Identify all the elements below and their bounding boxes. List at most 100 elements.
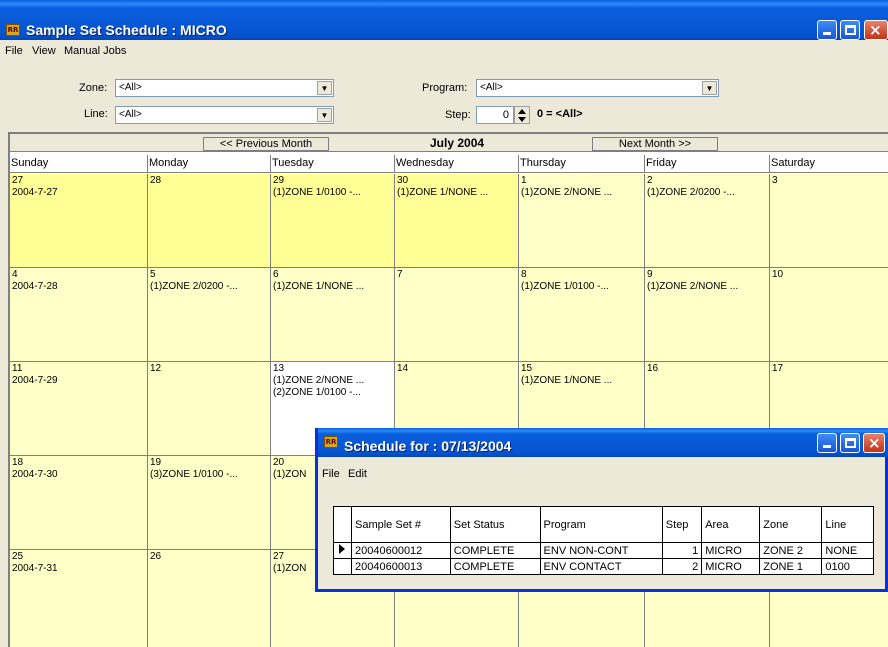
calendar-day-cell[interactable]: 7 <box>395 268 519 362</box>
window-title: Sample Set Schedule : MICRO <box>26 22 227 38</box>
calendar-day-cell[interactable]: 9 (1)ZONE 2/NONE ... <box>645 268 770 362</box>
calendar-day-cell[interactable]: 19 (3)ZONE 1/0100 -... <box>148 456 271 550</box>
cell-sample-set[interactable]: 20040600013 <box>351 558 451 575</box>
calendar-day-cell[interactable]: 28 <box>148 174 271 268</box>
schedule-entry[interactable]: (1)ZONE 2/0200 -... <box>150 281 268 293</box>
table-row[interactable]: 20040600013 COMPLETE ENV CONTACT 2 MICRO… <box>333 558 874 575</box>
calendar-day-cell[interactable]: 26 <box>148 550 271 647</box>
step-input[interactable]: 0 <box>476 106 514 124</box>
cell-line[interactable]: 0100 <box>821 558 874 575</box>
day-header-monday: Monday <box>148 155 271 173</box>
calendar-day-cell[interactable]: 12 <box>148 362 271 456</box>
row-indicator[interactable] <box>333 542 352 559</box>
calendar-day-cell[interactable]: 11 2004-7-29 <box>10 362 148 456</box>
line-select[interactable]: <All> ▼ <box>115 106 334 124</box>
row-indicator[interactable] <box>333 558 352 575</box>
main-titlebar[interactable]: RR Sample Set Schedule : MICRO × <box>0 0 888 40</box>
dialog-menu-file[interactable]: File <box>322 468 340 480</box>
calendar-day-cell[interactable]: 18 2004-7-30 <box>10 456 148 550</box>
schedule-entry[interactable]: (3)ZONE 1/0100 -... <box>150 469 268 481</box>
cell-program[interactable]: ENV CONTACT <box>539 558 663 575</box>
day-number: 2 <box>647 175 653 186</box>
cell-zone[interactable]: ZONE 1 <box>759 558 823 575</box>
spin-up-icon[interactable] <box>518 109 526 114</box>
cell-area[interactable]: MICRO <box>701 558 761 575</box>
schedule-entry[interactable]: (1)ZONE 1/NONE ... <box>397 187 516 199</box>
chevron-down-icon[interactable]: ▼ <box>317 81 332 95</box>
calendar-day-cell[interactable]: 2 (1)ZONE 2/0200 -... <box>645 174 770 268</box>
col-area[interactable]: Area <box>701 506 761 543</box>
schedule-entry[interactable]: (1)ZONE 1/0100 -... <box>273 187 392 199</box>
cell-program[interactable]: ENV NON-CONT <box>539 542 663 559</box>
schedule-dialog: RR Schedule for : 07/13/2004 × File Edit… <box>315 428 888 592</box>
col-step[interactable]: Step <box>661 506 703 543</box>
calendar-day-cell[interactable]: 3 <box>770 174 888 268</box>
calendar-day-cell[interactable]: 8 (1)ZONE 1/0100 -... <box>519 268 645 362</box>
previous-month-button[interactable]: << Previous Month <box>203 137 329 151</box>
schedule-entry[interactable]: (2)ZONE 1/0100 -... <box>273 387 392 399</box>
cell-set-status[interactable]: COMPLETE <box>449 558 541 575</box>
zone-select[interactable]: <All> ▼ <box>115 79 334 97</box>
minimize-icon <box>823 445 831 448</box>
close-button[interactable]: × <box>864 20 888 40</box>
cell-area[interactable]: MICRO <box>701 542 761 559</box>
day-number: 9 <box>647 269 653 280</box>
schedule-entry[interactable]: (1)ZONE 2/NONE ... <box>647 281 767 293</box>
dialog-titlebar[interactable]: RR Schedule for : 07/13/2004 × <box>318 428 888 457</box>
menu-view[interactable]: View <box>32 45 56 57</box>
col-set-status[interactable]: Set Status <box>449 506 541 543</box>
chevron-down-icon[interactable]: ▼ <box>317 108 332 122</box>
col-sample-set[interactable]: Sample Set # <box>351 506 451 543</box>
week-date-label: 2004-7-31 <box>12 563 58 574</box>
calendar-day-cell[interactable]: 27 2004-7-27 <box>10 174 148 268</box>
cell-step[interactable]: 2 <box>661 558 703 575</box>
day-number: 29 <box>273 175 285 186</box>
dialog-title: Schedule for : 07/13/2004 <box>344 438 512 454</box>
cell-sample-set[interactable]: 20040600012 <box>351 542 451 559</box>
schedule-entry[interactable]: (1)ZONE 2/NONE ... <box>521 187 642 199</box>
day-number: 25 <box>12 551 24 562</box>
calendar-day-cell[interactable]: 4 2004-7-28 <box>10 268 148 362</box>
grid-header-row: Sample Set # Set Status Program Step Are… <box>333 506 874 543</box>
step-spinner[interactable] <box>514 106 530 124</box>
col-program[interactable]: Program <box>539 506 663 543</box>
dialog-minimize-button[interactable] <box>817 433 837 453</box>
menu-file[interactable]: File <box>5 45 23 57</box>
dialog-maximize-button[interactable] <box>840 433 860 453</box>
calendar-day-cell[interactable]: 30 (1)ZONE 1/NONE ... <box>395 174 519 268</box>
minimize-button[interactable] <box>817 20 837 40</box>
table-row[interactable]: 20040600012 COMPLETE ENV NON-CONT 1 MICR… <box>333 542 874 559</box>
maximize-button[interactable] <box>840 20 860 40</box>
calendar-day-cell[interactable]: 1 (1)ZONE 2/NONE ... <box>519 174 645 268</box>
cell-step[interactable]: 1 <box>661 542 703 559</box>
close-icon: × <box>869 21 882 39</box>
schedule-entry[interactable]: (1)ZONE 1/NONE ... <box>273 281 392 293</box>
col-line[interactable]: Line <box>821 506 874 543</box>
calendar-day-cell[interactable]: 25 2004-7-31 <box>10 550 148 647</box>
chevron-down-icon[interactable]: ▼ <box>702 81 717 95</box>
schedule-entry[interactable]: (1)ZONE 1/0100 -... <box>521 281 642 293</box>
zone-value: <All> <box>119 82 142 93</box>
day-number: 4 <box>12 269 18 280</box>
row-indicator-header <box>333 506 352 543</box>
program-select[interactable]: <All> ▼ <box>476 79 719 97</box>
calendar-day-cell[interactable]: 10 <box>770 268 888 362</box>
calendar-day-cell[interactable]: 5 (1)ZONE 2/0200 -... <box>148 268 271 362</box>
cell-zone[interactable]: ZONE 2 <box>759 542 823 559</box>
calendar-day-cell[interactable]: 29 (1)ZONE 1/0100 -... <box>271 174 395 268</box>
spin-down-icon[interactable] <box>518 117 526 122</box>
schedule-entry[interactable]: (1)ZONE 2/0200 -... <box>647 187 767 199</box>
cell-set-status[interactable]: COMPLETE <box>449 542 541 559</box>
menu-manual-jobs[interactable]: Manual Jobs <box>64 45 126 57</box>
dialog-close-button[interactable]: × <box>863 433 885 453</box>
next-month-button[interactable]: Next Month >> <box>592 137 718 151</box>
calendar-nav: << Previous Month July 2004 Next Month >… <box>10 134 888 152</box>
schedule-entry[interactable]: (1)ZONE 2/NONE ... <box>273 375 392 387</box>
cell-line[interactable]: NONE <box>821 542 874 559</box>
step-label: Step: <box>445 109 471 121</box>
col-zone[interactable]: Zone <box>759 506 823 543</box>
line-label: Line: <box>84 108 108 120</box>
calendar-day-cell[interactable]: 6 (1)ZONE 1/NONE ... <box>271 268 395 362</box>
schedule-entry[interactable]: (1)ZONE 1/NONE ... <box>521 375 642 387</box>
dialog-menu-edit[interactable]: Edit <box>348 468 367 480</box>
